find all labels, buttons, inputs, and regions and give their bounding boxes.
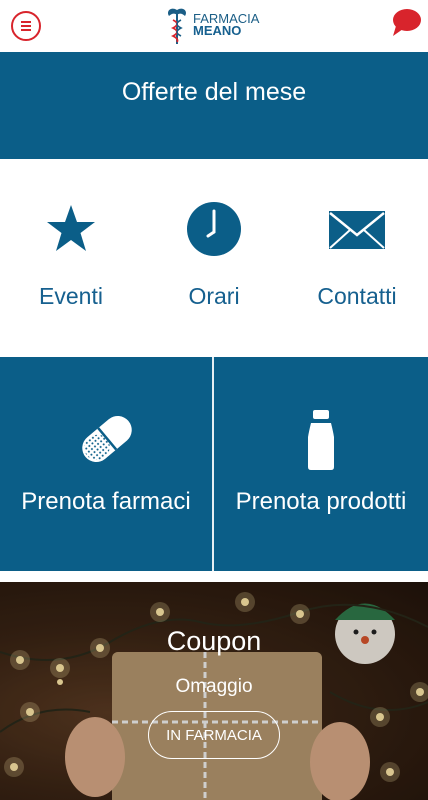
bottle-icon — [308, 410, 334, 470]
envelope-icon — [329, 211, 385, 249]
clock-icon — [187, 202, 241, 256]
quick-link-label: Orari — [188, 283, 240, 309]
caduceus-icon — [167, 8, 187, 44]
quick-links: Eventi Orari Contatti — [0, 159, 428, 357]
coupon-subtitle: Omaggio — [175, 676, 253, 697]
logo[interactable]: FARMACIA MEANO — [166, 6, 266, 46]
pill-icon — [82, 416, 132, 462]
quick-link-contatti[interactable]: Contatti — [286, 159, 428, 357]
chat-bubble-icon[interactable] — [390, 8, 422, 38]
logo-line-2: MEANO — [193, 23, 242, 38]
tile-prenota-prodotti[interactable]: Prenota prodotti — [214, 357, 428, 571]
app-header: FARMACIA MEANO — [0, 0, 428, 52]
quick-link-orari[interactable]: Orari — [143, 159, 285, 357]
offers-banner[interactable]: Offerte del mese — [0, 52, 428, 159]
quick-link-label: Contatti — [317, 283, 397, 309]
coupon-banner[interactable]: Coupon Omaggio IN FARMACIA — [0, 582, 428, 800]
quick-link-label: Eventi — [39, 283, 103, 309]
coupon-title: Coupon — [166, 626, 262, 656]
logo-text: FARMACIA MEANO — [193, 12, 259, 38]
booking-tiles: Prenota farmaci Prenota prodotti — [0, 357, 428, 571]
tile-prenota-farmaci[interactable]: Prenota farmaci — [0, 357, 212, 571]
quick-link-eventi[interactable]: Eventi — [0, 159, 142, 357]
tile-label: Prenota farmaci — [21, 488, 191, 515]
offers-label: Offerte del mese — [121, 77, 307, 106]
star-icon — [47, 205, 95, 251]
tile-label: Prenota prodotti — [235, 488, 407, 515]
menu-icon[interactable] — [11, 11, 41, 41]
in-farmacia-button[interactable]: IN FARMACIA — [148, 711, 280, 759]
